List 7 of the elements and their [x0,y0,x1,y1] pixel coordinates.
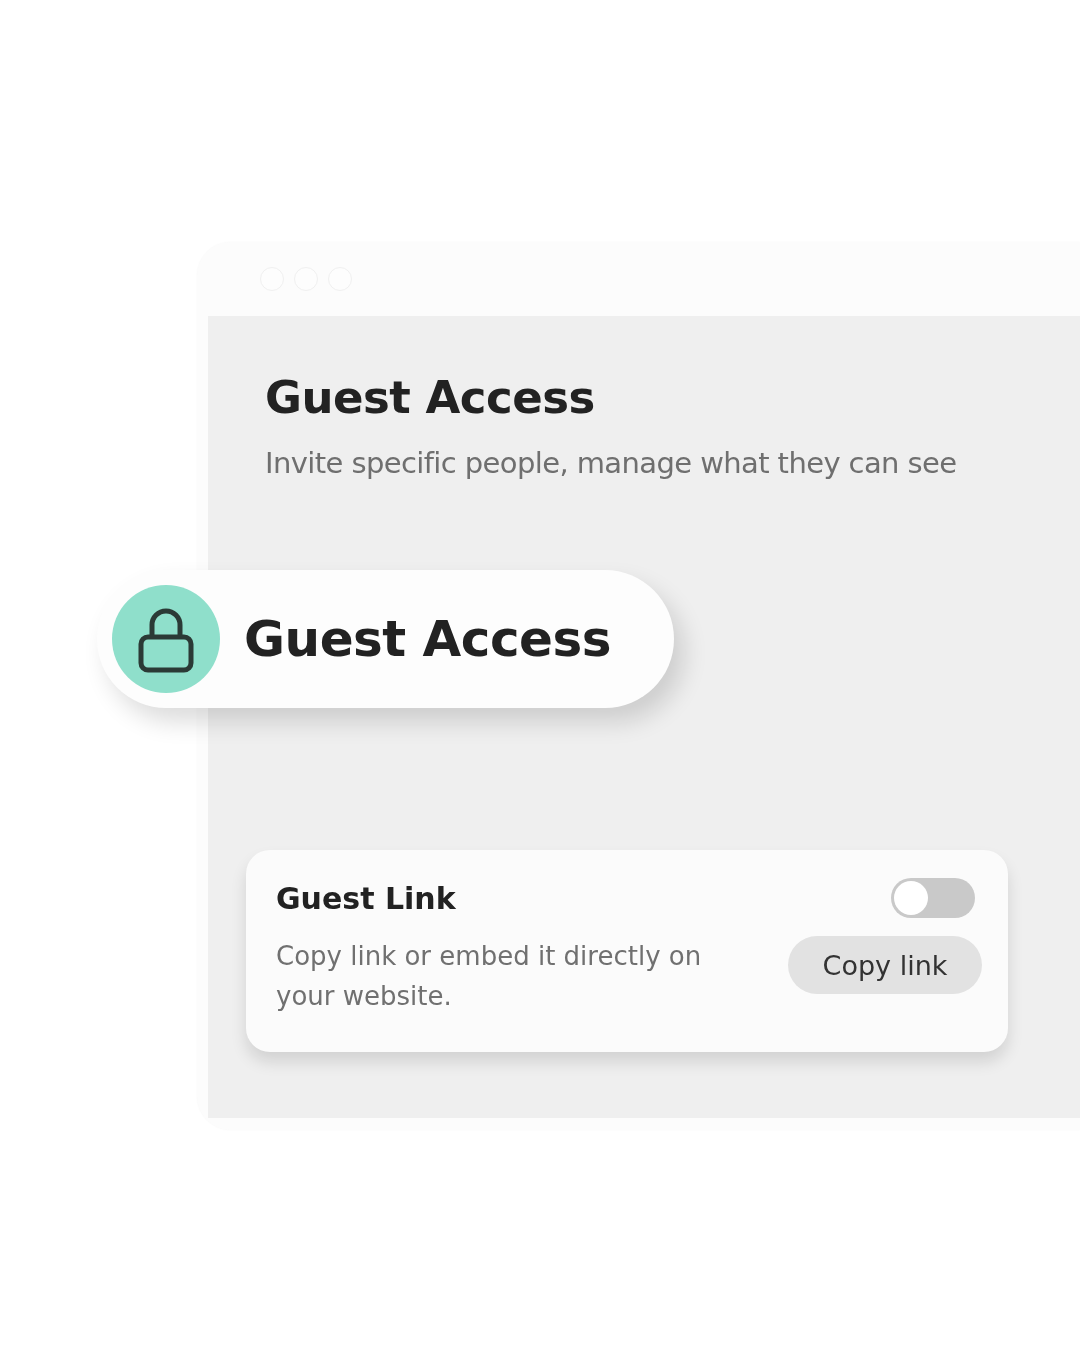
card-description: Copy link or embed it directly on your website. [276,940,703,1013]
page-subtitle: Invite specific people, manage what they can see [265,446,958,480]
page-title: Guest Access [265,371,596,424]
card-title: Guest Link [276,880,456,916]
badge-label: Guest Access [244,610,612,668]
copy-link-button[interactable]: Copy link [788,936,982,994]
toggle-switch[interactable] [891,878,975,918]
